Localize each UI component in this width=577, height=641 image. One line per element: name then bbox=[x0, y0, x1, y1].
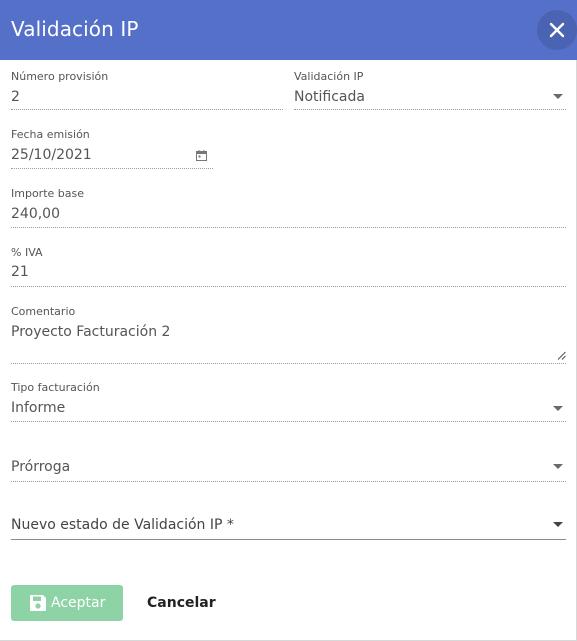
fecha-emision-field: Fecha emisión 25/10/2021 bbox=[11, 128, 213, 170]
dialog-header: Validación IP bbox=[0, 0, 577, 60]
comentario-label: Comentario bbox=[11, 305, 76, 318]
comentario-textarea[interactable]: Proyecto Facturación 2 bbox=[11, 324, 170, 340]
tipo-facturacion-underline bbox=[11, 421, 566, 422]
numero-provision-label: Número provisión bbox=[11, 70, 109, 83]
fecha-emision-underline bbox=[11, 168, 213, 169]
numero-provision-underline bbox=[11, 109, 283, 110]
calendar-icon[interactable] bbox=[196, 150, 207, 161]
cancel-label: Cancelar bbox=[147, 595, 216, 611]
accept-label: Aceptar bbox=[51, 595, 106, 611]
validacion-ip-underline bbox=[294, 109, 566, 110]
importe-base-input[interactable]: 240,00 bbox=[11, 206, 60, 222]
cancel-button[interactable]: Cancelar bbox=[137, 585, 221, 621]
chevron-down-icon[interactable] bbox=[553, 464, 563, 469]
chevron-down-icon[interactable] bbox=[553, 406, 563, 411]
iva-underline bbox=[11, 286, 566, 287]
numero-provision-field: Número provisión 2 bbox=[11, 70, 283, 112]
save-icon bbox=[30, 595, 46, 611]
dialog-title: Validación IP bbox=[11, 17, 139, 41]
importe-base-field: Importe base 240,00 bbox=[11, 187, 566, 229]
nuevo-estado-underline bbox=[11, 539, 566, 540]
chevron-down-icon[interactable] bbox=[553, 94, 563, 99]
tipo-facturacion-select[interactable]: Informe bbox=[11, 400, 65, 416]
prorroga-select[interactable]: Prórroga bbox=[11, 459, 70, 475]
validacion-ip-label: Validación IP bbox=[294, 70, 364, 83]
close-button[interactable] bbox=[537, 10, 577, 50]
iva-input[interactable]: 21 bbox=[11, 264, 29, 280]
comentario-field: Comentario Proyecto Facturación 2 bbox=[11, 305, 566, 365]
chevron-down-icon[interactable] bbox=[553, 522, 563, 527]
fecha-emision-input[interactable]: 25/10/2021 bbox=[11, 147, 92, 163]
accept-button[interactable]: Aceptar bbox=[11, 585, 123, 621]
tipo-facturacion-field[interactable]: Tipo facturación Informe bbox=[11, 381, 566, 423]
nuevo-estado-select[interactable]: Nuevo estado de Validación IP * bbox=[11, 517, 234, 533]
prorroga-field[interactable]: Prórroga bbox=[11, 450, 566, 484]
close-icon bbox=[549, 22, 565, 38]
validacion-ip-select[interactable]: Notificada bbox=[294, 89, 365, 105]
fecha-emision-label: Fecha emisión bbox=[11, 128, 90, 141]
resize-handle-icon[interactable] bbox=[557, 351, 566, 360]
importe-base-label: Importe base bbox=[11, 187, 84, 200]
nuevo-estado-field[interactable]: Nuevo estado de Validación IP * bbox=[11, 508, 566, 542]
comentario-underline bbox=[11, 363, 566, 364]
tipo-facturacion-label: Tipo facturación bbox=[11, 381, 100, 394]
validacion-ip-field[interactable]: Validación IP Notificada bbox=[294, 70, 566, 112]
importe-base-underline bbox=[11, 227, 566, 228]
validation-dialog: Validación IP Número provisión 2 Validac… bbox=[0, 0, 577, 641]
iva-field: % IVA 21 bbox=[11, 246, 566, 288]
prorroga-underline bbox=[11, 481, 566, 482]
numero-provision-input[interactable]: 2 bbox=[11, 89, 20, 105]
iva-label: % IVA bbox=[11, 246, 43, 259]
